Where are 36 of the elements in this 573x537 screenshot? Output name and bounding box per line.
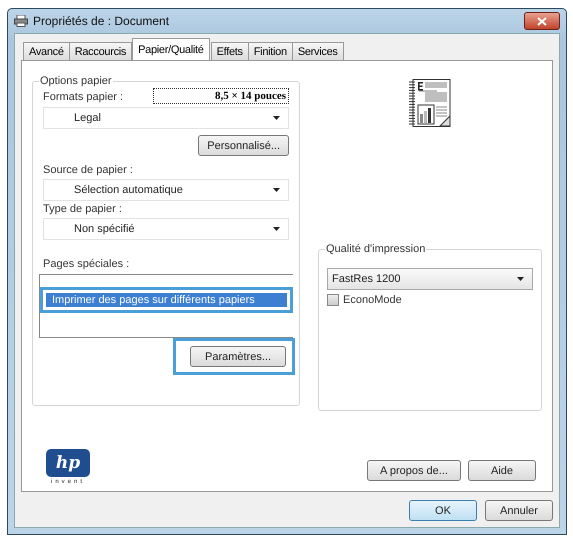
checkbox[interactable] [327,294,339,306]
window-title: Propriétés de : Document [33,14,170,28]
list-item[interactable]: Imprimer des pages sur différents papiers [46,293,287,307]
close-button[interactable] [524,12,560,30]
field-label: Type de papier : [43,203,123,215]
dialog-button[interactable]: OK [409,500,477,521]
field-label: Pages spéciales : [43,258,130,270]
field-label: Formats papier : [43,91,124,103]
group-title: Options papier [39,75,113,87]
dropdown[interactable]: FastRes 1200 [327,268,533,290]
tab[interactable]: Papier/Qualité [132,38,210,60]
paper-size-text: 8,5 × 14 pouces [153,88,289,104]
panel-button[interactable]: Aide [468,460,536,481]
dialog-button[interactable]: Annuler [485,500,553,521]
tab[interactable]: Finition [248,42,293,60]
logo-mark: hp [46,449,90,477]
custom-button[interactable]: Personnalisé... [198,135,289,156]
tab[interactable]: Avancé [23,42,70,60]
panel-button[interactable]: A propos de... [367,460,461,481]
tab[interactable]: Services [292,42,344,60]
caret-icon [273,227,280,231]
settings-button[interactable]: Paramètres... [190,346,286,367]
dropdown[interactable]: Non spécifié [43,218,289,240]
caret-icon [517,277,524,281]
field-label: Source de papier : [43,164,134,176]
close-icon [537,16,547,26]
printer-icon [14,15,28,27]
dropdown[interactable]: Legal [43,107,289,129]
caret-icon [273,116,280,120]
dropdown[interactable]: Sélection automatique [43,179,289,201]
document-preview-drawing [409,79,451,127]
group-title: Qualité d'impression [325,243,426,255]
tab[interactable]: Effets [210,42,249,60]
tab[interactable]: Raccourcis [68,42,132,60]
checkbox-label: EconoMode [343,294,402,306]
caret-icon [273,188,280,192]
